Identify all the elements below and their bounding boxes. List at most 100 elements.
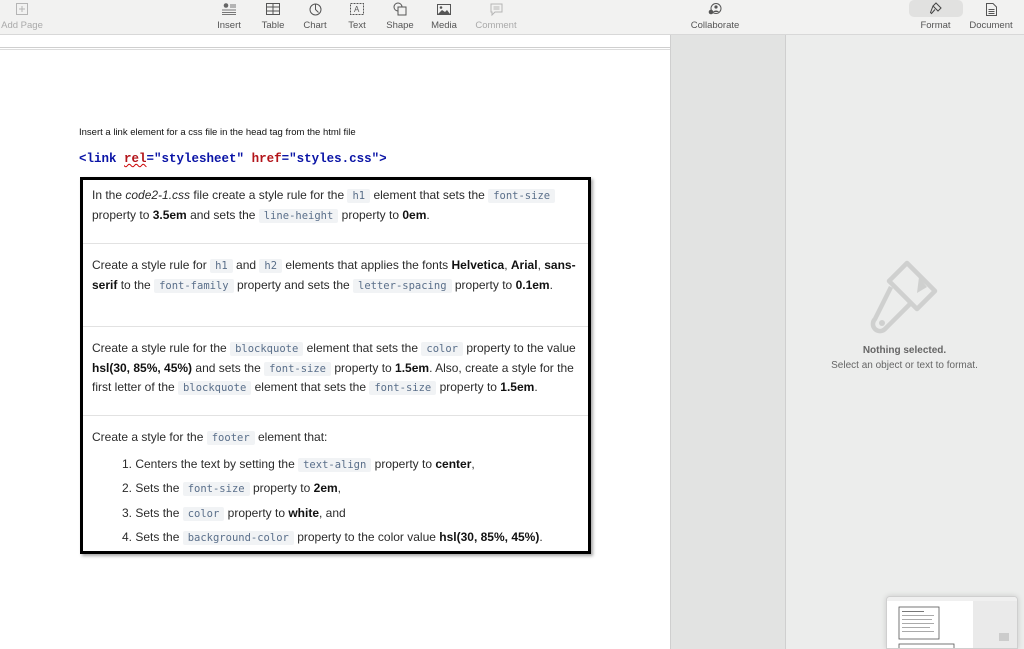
shape-icon bbox=[393, 1, 407, 17]
insert-button[interactable]: Insert bbox=[210, 0, 248, 35]
code-tag-close: > bbox=[379, 152, 387, 166]
footer-task-list: 1. Centers the text by setting the text-… bbox=[122, 453, 578, 551]
table-icon bbox=[266, 1, 280, 17]
paintbrush-icon bbox=[908, 0, 963, 17]
filename: code2-1.css bbox=[125, 188, 191, 202]
text: property to bbox=[451, 277, 516, 292]
text: , bbox=[471, 456, 475, 471]
text-button[interactable]: A Text bbox=[340, 0, 374, 35]
format-inspector: Nothing selected. Select an object or te… bbox=[787, 35, 1024, 649]
text: property to bbox=[224, 505, 289, 520]
text: and sets the bbox=[186, 207, 259, 222]
text: property to bbox=[92, 207, 153, 222]
text: . bbox=[549, 277, 553, 292]
document-icon bbox=[985, 1, 997, 17]
value: white bbox=[288, 505, 320, 520]
document-label: Document bbox=[969, 20, 1013, 31]
shape-label: Shape bbox=[386, 20, 414, 31]
collaborate-button[interactable]: Collaborate bbox=[686, 0, 744, 35]
chart-label: Chart bbox=[303, 20, 327, 31]
text: property to bbox=[331, 360, 396, 375]
text: . bbox=[426, 207, 430, 222]
collaborate-icon bbox=[708, 1, 722, 17]
code-attr-href: href bbox=[251, 152, 282, 166]
paintbrush-icon bbox=[869, 257, 941, 342]
text: Create a style rule for the bbox=[92, 341, 231, 355]
collaborate-label: Collaborate bbox=[690, 20, 740, 31]
code-token: color bbox=[421, 342, 463, 356]
code-token: background-color bbox=[182, 531, 294, 546]
text: . bbox=[539, 530, 543, 545]
comment-button[interactable]: Comment bbox=[470, 0, 522, 35]
value: 1.5em bbox=[395, 360, 430, 375]
text: property to the value bbox=[462, 341, 576, 355]
text: , and bbox=[319, 505, 346, 520]
code-token: line-height bbox=[258, 208, 339, 223]
text: element that sets the bbox=[303, 341, 422, 355]
comment-label: Comment bbox=[475, 20, 517, 31]
text: property to the color value bbox=[293, 530, 440, 545]
value: 0em bbox=[402, 207, 427, 222]
media-icon bbox=[437, 1, 451, 17]
screenshot-thumbnail[interactable] bbox=[886, 596, 1018, 649]
media-button[interactable]: Media bbox=[426, 0, 462, 35]
code-token: h2 bbox=[259, 259, 283, 273]
format-button[interactable]: Format bbox=[908, 0, 963, 35]
value: 0.1em bbox=[515, 277, 550, 292]
nothing-selected-title: Nothing selected. bbox=[862, 345, 947, 356]
code-token: blockquote bbox=[178, 381, 252, 396]
value: Helvetica bbox=[451, 258, 505, 272]
list-item: 1. Centers the text by setting the text-… bbox=[122, 453, 578, 478]
chart-icon bbox=[309, 1, 322, 17]
text: 2. Sets the bbox=[122, 481, 183, 496]
list-item: 3. Sets the color property to white, and bbox=[122, 502, 578, 527]
add-page-button[interactable]: Add Page bbox=[0, 0, 44, 35]
value: 3.5em bbox=[152, 207, 187, 222]
text: . bbox=[534, 380, 538, 395]
code-token: font-size bbox=[369, 381, 437, 396]
code-token: font-size bbox=[488, 189, 556, 203]
toolbar: Add Page Insert Table Chart A Text Shape bbox=[0, 0, 1024, 35]
value: center bbox=[435, 456, 472, 471]
instructions-image[interactable]: In the code2-1.css file create a style r… bbox=[80, 177, 591, 554]
media-label: Media bbox=[431, 20, 457, 31]
shape-button[interactable]: Shape bbox=[381, 0, 419, 35]
insert-label: Insert bbox=[217, 20, 241, 31]
value: 2em bbox=[313, 481, 338, 496]
text: Create a style rule for bbox=[92, 258, 211, 272]
task-h1-h2-rule: Create a style rule for h1 and h2 elemen… bbox=[83, 244, 588, 327]
canvas-gutter bbox=[670, 35, 786, 649]
chart-button[interactable]: Chart bbox=[297, 0, 333, 35]
comment-icon bbox=[490, 1, 503, 17]
nothing-selected-subtitle: Select an object or text to format. bbox=[831, 360, 978, 371]
text: In the bbox=[92, 188, 126, 202]
text: to the bbox=[117, 277, 155, 292]
value: Arial bbox=[510, 258, 538, 272]
text: Create a style for the bbox=[92, 430, 207, 444]
code-tag-open: <link bbox=[79, 152, 125, 166]
value: hsl(30, 85%, 45%) bbox=[92, 360, 193, 375]
table-button[interactable]: Table bbox=[255, 0, 291, 35]
code-val-stylesheet: "stylesheet" bbox=[154, 152, 245, 166]
text: elements that applies the fonts bbox=[282, 258, 452, 272]
text: element that sets the bbox=[370, 188, 489, 202]
insert-icon bbox=[222, 1, 236, 17]
task-footer-rule: Create a style for the footer element th… bbox=[83, 416, 588, 551]
code-token: blockquote bbox=[230, 342, 304, 356]
text: 1. Centers the text by setting the bbox=[122, 456, 299, 471]
document-heading[interactable]: Insert a link element for a css file in … bbox=[79, 127, 356, 138]
text-box-icon: A bbox=[350, 1, 364, 17]
text: property and sets the bbox=[233, 277, 354, 292]
task-blockquote-rule: Create a style rule for the blockquote e… bbox=[83, 327, 588, 416]
text: property to bbox=[249, 481, 314, 496]
link-code-snippet[interactable]: <link rel="stylesheet" href="styles.css"… bbox=[79, 152, 387, 166]
code-attr-rel: rel bbox=[124, 152, 147, 166]
previous-page-edge bbox=[0, 35, 670, 48]
code-token: h1 bbox=[347, 189, 371, 203]
document-button[interactable]: Document bbox=[964, 0, 1018, 35]
value: hsl(30, 85%, 45%) bbox=[439, 530, 540, 545]
footer-task-intro: Create a style for the footer element th… bbox=[92, 428, 578, 448]
text: and bbox=[232, 258, 260, 272]
text-label: Text bbox=[348, 20, 366, 31]
